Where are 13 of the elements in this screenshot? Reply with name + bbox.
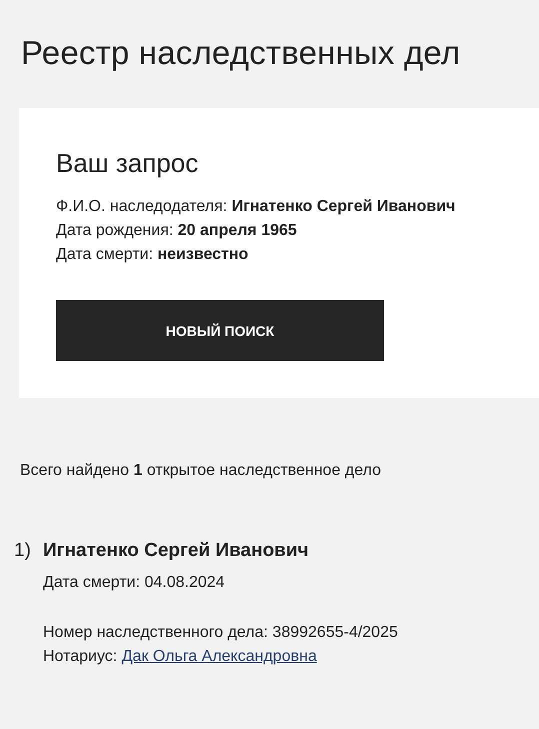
notary-label: Нотариус: bbox=[43, 648, 118, 665]
notary-link[interactable]: Дак Ольга Александровна bbox=[122, 648, 317, 665]
query-heading: Ваш запрос bbox=[56, 148, 200, 179]
query-line: Дата рождения: 20 апреля 1965 bbox=[56, 221, 298, 241]
new-search-button[interactable]: НОВЫЙ ПОИСК bbox=[56, 300, 384, 361]
result-number: 1) bbox=[13, 540, 32, 563]
page-title: Реестр наследственных дел bbox=[20, 33, 462, 72]
death-date: Дата смерти: 04.08.2024 bbox=[43, 574, 226, 592]
case-number: Номер наследственного дела: 38992655-4/2025 bbox=[43, 623, 398, 643]
query-line: Дата смерти: неизвестно bbox=[56, 245, 250, 265]
results-summary: Всего найдено 1 открытое наследственное дело bbox=[20, 462, 382, 480]
query-line: Ф.И.О. наследодателя: Игнатенко Сергей Иванович bbox=[56, 197, 456, 217]
deceased-name: Игнатенко Сергей Иванович bbox=[43, 540, 310, 562]
